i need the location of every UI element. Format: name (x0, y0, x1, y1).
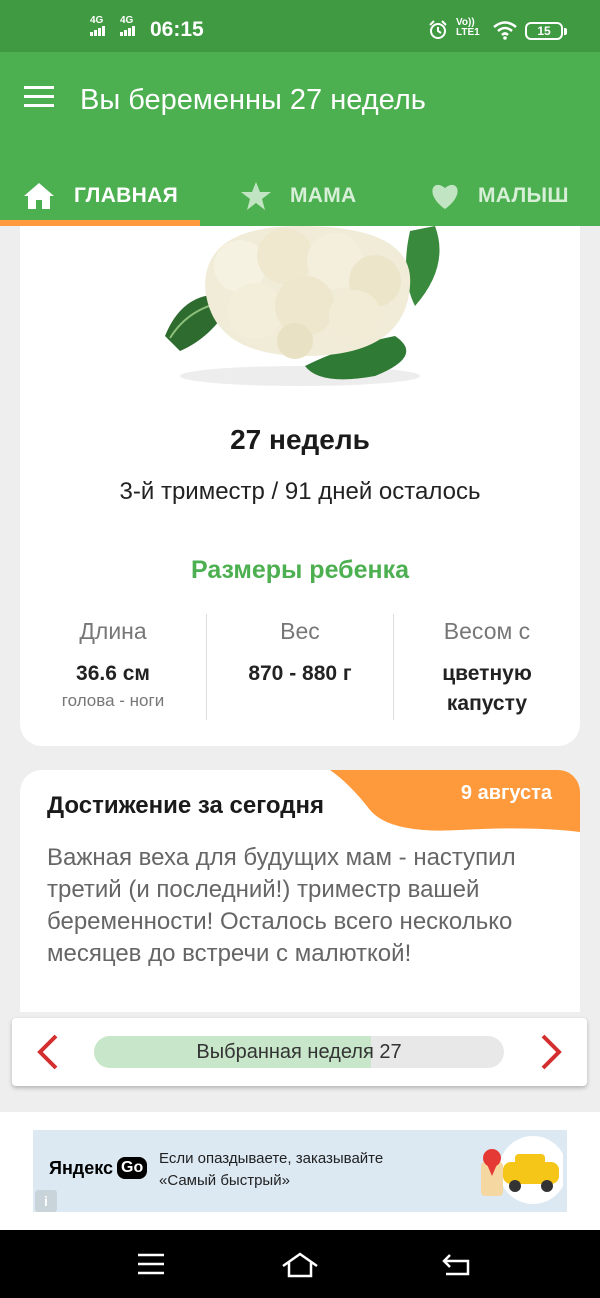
metric-sub: голова - ноги (61, 691, 165, 710)
achievement-title: Достижение за сегодня (47, 792, 324, 819)
star-icon (241, 182, 271, 210)
sim2-network-type: 4G (120, 15, 134, 26)
heart-icon (432, 184, 458, 209)
tab-mama-label: МАМА (290, 184, 357, 207)
tab-mama[interactable]: МАМА (240, 170, 357, 222)
metric-label: Вес (280, 618, 320, 644)
metric-label: Весом с (443, 618, 531, 644)
wifi-icon (493, 21, 517, 40)
metric-value: цветную капусту (442, 662, 532, 715)
achievement-date: 9 августа (460, 782, 552, 804)
signal-sim2-icon: 4G (120, 16, 136, 36)
recent-apps-icon[interactable] (136, 1250, 166, 1278)
cauliflower-image (165, 226, 440, 386)
signal-sim1-icon: 4G (90, 16, 106, 36)
ad-banner[interactable]: Яндекс Go Если опаздываете, заказывайте … (33, 1130, 567, 1212)
page-title: Вы беременны 27 недель (80, 84, 426, 116)
menu-button[interactable] (24, 86, 56, 112)
alarm-icon (429, 20, 447, 39)
home-button-icon[interactable] (280, 1250, 320, 1280)
tab-baby[interactable]: МАЛЫШ (430, 170, 569, 222)
ad-line-1: Если опаздываете, заказывайте (159, 1150, 384, 1167)
sim1-network-type: 4G (90, 15, 104, 26)
battery-icon: 15 (525, 22, 567, 40)
tab-home[interactable]: ГЛАВНАЯ (22, 170, 178, 222)
week-progress-bar: Выбранная неделя 27 (94, 1036, 504, 1068)
ad-text: Если опаздываете, заказывайте «Самый быс… (159, 1148, 383, 1192)
metric-label: Длина (79, 618, 147, 644)
tab-home-label: ГЛАВНАЯ (74, 184, 178, 207)
volte-bottom-label: LTE1 (456, 27, 480, 38)
trimester-text: 3-й триместр / 91 дней осталось (119, 478, 481, 505)
next-week-button[interactable] (539, 1032, 565, 1072)
achievement-text: Важная веха для будущих мам - наступил т… (47, 844, 516, 967)
metric-value: 36.6 см (76, 662, 150, 685)
ad-info-button[interactable]: i (35, 1190, 57, 1212)
volte-icon: Vo)) LTE1 (456, 18, 480, 38)
ad-area: Яндекс Go Если опаздываете, заказывайте … (0, 1112, 600, 1230)
home-icon (24, 183, 54, 209)
week-selector: Выбранная неделя 27 (12, 1018, 587, 1086)
ad-brand-go: Go (117, 1157, 148, 1179)
status-time: 06:15 (150, 18, 204, 41)
status-bar: 4G 4G 06:15 Vo)) LTE1 15 (0, 0, 600, 52)
ad-line-2: «Самый быстрый» (159, 1172, 290, 1189)
previous-week-button[interactable] (34, 1032, 60, 1072)
tab-baby-label: МАЛЫШ (478, 184, 569, 207)
ad-logo: Яндекс Go (49, 1157, 148, 1179)
taxi-illustration-icon (481, 1136, 563, 1204)
achievement-card: 9 августа Достижение за сегодня Важная в… (20, 770, 580, 1012)
baby-sizes-title: Размеры ребенка (190, 556, 410, 584)
metric-value: 870 - 880 г (248, 662, 352, 685)
selected-week-label: Выбранная неделя 27 (196, 1041, 402, 1063)
metric-weight: Вес 870 - 880 г (207, 618, 393, 689)
app-bar: Вы беременны 27 недель ГЛАВНАЯ МАМА МАЛЫ… (0, 52, 600, 226)
metric-size-comparison: Весом с цветную капусту (394, 618, 580, 719)
metric-length: Длина 36.6 см голова - ноги (20, 618, 206, 711)
back-icon[interactable] (440, 1250, 472, 1278)
system-navigation-bar (0, 1230, 600, 1298)
weeks-title: 27 недель (230, 424, 370, 455)
week-card: 27 недель 3-й триместр / 91 дней осталос… (20, 226, 580, 746)
ad-brand: Яндекс (49, 1157, 114, 1178)
